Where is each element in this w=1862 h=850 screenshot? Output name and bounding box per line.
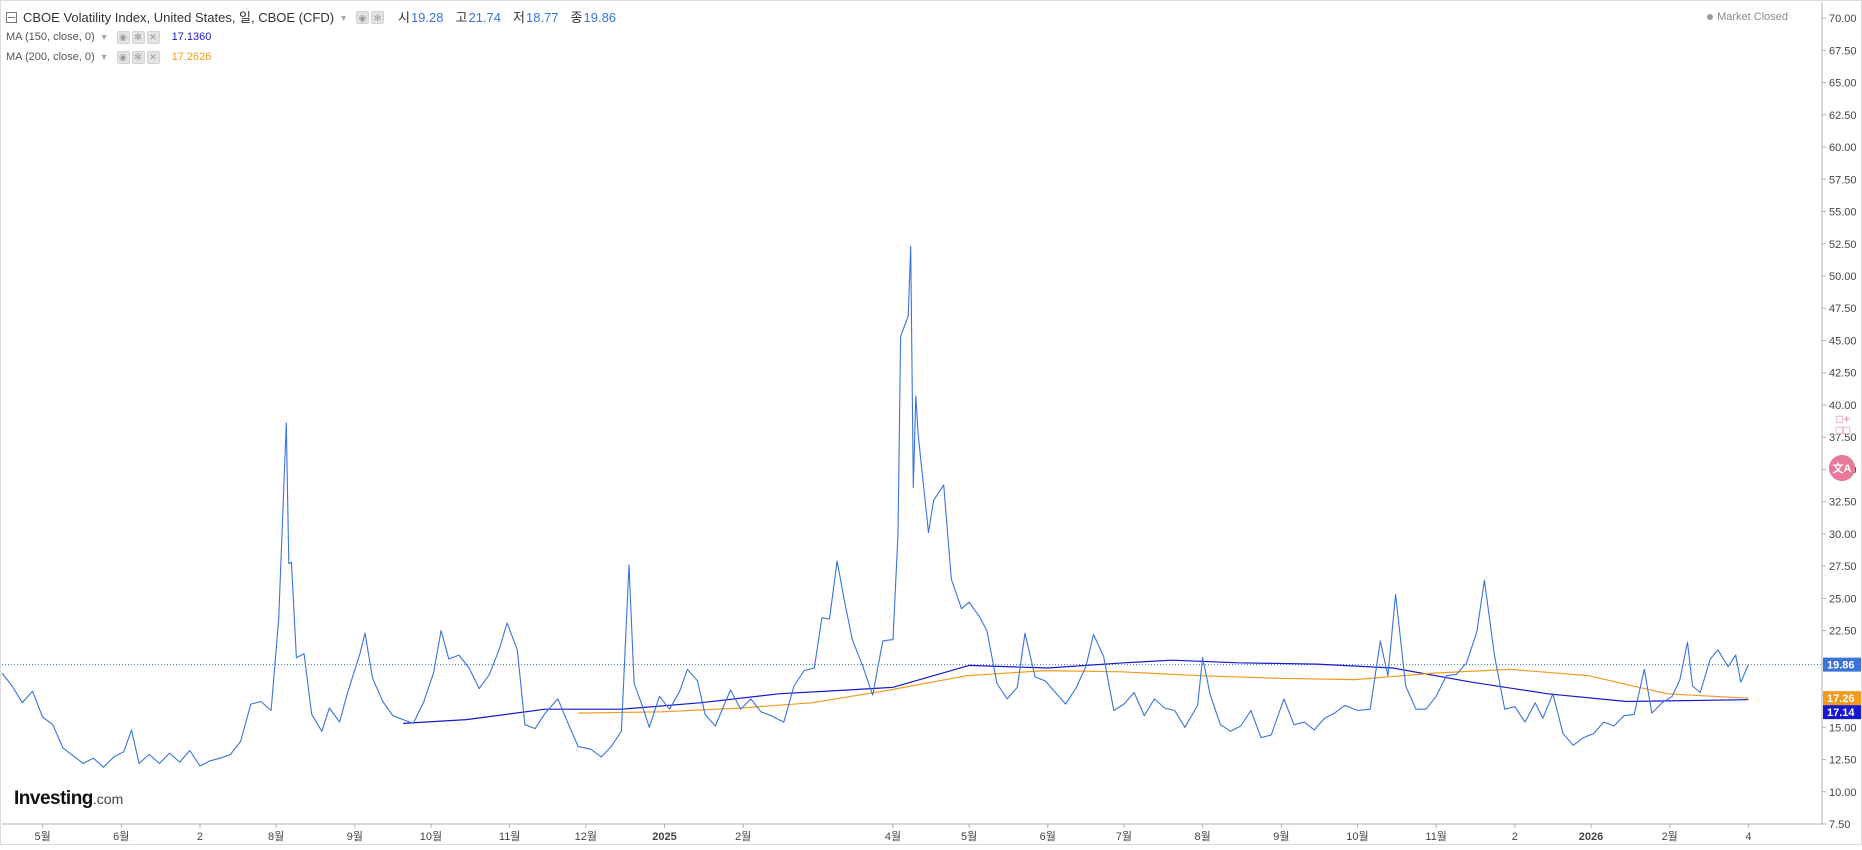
market-status-text: Market Closed [1717, 11, 1788, 23]
market-status: Market Closed [1707, 11, 1788, 23]
low-value: 18.77 [525, 9, 559, 25]
y-tick-label: 15.00 [1829, 722, 1857, 734]
y-tick-label: 42.50 [1829, 368, 1857, 380]
y-tick-label: 50.00 [1829, 271, 1857, 283]
brand-name: Investing [14, 788, 93, 809]
y-tick-label: 12.50 [1829, 755, 1857, 767]
x-tick-label: 2 [1512, 831, 1518, 843]
legend-title: CBOE Volatility Index, United States, 일,… [23, 9, 335, 25]
close-icon[interactable]: ✕ [146, 30, 160, 44]
y-tick-label: 57.50 [1829, 174, 1857, 186]
y-tick-label: 7.50 [1829, 819, 1850, 831]
settings-icon[interactable]: ✻ [370, 11, 384, 24]
x-tick-label: 5월 [34, 830, 50, 843]
close-value: 19.86 [583, 9, 617, 25]
x-tick-label: 6월 [113, 830, 129, 843]
y-tick-label: 47.50 [1829, 303, 1857, 315]
settings-icon[interactable]: ✻ [131, 50, 145, 64]
close-icon[interactable]: ✕ [146, 50, 160, 64]
y-tick-label: 67.50 [1829, 45, 1857, 57]
chart-container[interactable]: 7.5010.0012.5015.0017.5020.0022.5025.002… [0, 0, 1862, 845]
y-tick-label: 60.00 [1829, 142, 1857, 154]
x-tick-label: 11월 [1425, 830, 1447, 843]
open-label: 시 [397, 9, 410, 25]
brand-suffix: .com [92, 791, 124, 807]
x-tick-label: 11월 [499, 830, 521, 843]
x-tick-label: 12월 [575, 830, 597, 843]
x-tick-label: 7월 [1116, 830, 1132, 843]
high-label: 고 [455, 9, 468, 25]
x-tick-label: 10월 [420, 830, 442, 843]
legend-main[interactable]: CBOE Volatility Index, United States, 일,… [6, 8, 616, 27]
x-tick-label: 8월 [268, 830, 284, 843]
chart-frame [0, 0, 1862, 845]
close-label: 종 [570, 9, 583, 25]
x-tick-label: 4 [1745, 831, 1751, 843]
translate-icon[interactable]: 文A [1829, 455, 1855, 481]
open-value: 19.28 [410, 9, 444, 25]
x-tick-label: 9월 [347, 830, 363, 843]
x-tick-label: 8월 [1195, 830, 1211, 843]
price-tag-label: 17.26 [1827, 693, 1855, 705]
y-tick-label: 30.00 [1829, 529, 1857, 541]
y-tick-label: 27.50 [1829, 561, 1857, 573]
chart-canvas[interactable]: 7.5010.0012.5015.0017.5020.0022.5025.002… [0, 0, 1862, 845]
y-tick-label: 45.00 [1829, 335, 1857, 347]
y-tick-label: 52.50 [1829, 239, 1857, 251]
ma200-value: 17.2626 [171, 51, 212, 63]
x-tick-label: 2월 [1662, 830, 1678, 843]
eye-icon[interactable]: ◉ [355, 11, 369, 24]
y-tick-label: 55.00 [1829, 207, 1857, 219]
x-tick-label: 2월 [735, 830, 751, 843]
x-tick-label: 9월 [1273, 830, 1289, 843]
y-tick-label: 32.50 [1829, 497, 1857, 509]
compare-add-icon[interactable]: □+ □□ [1835, 413, 1851, 436]
investing-logo: Investing.com [14, 788, 123, 810]
caret-down-icon[interactable]: ▼ [100, 48, 109, 66]
y-tick-label: 65.00 [1829, 78, 1857, 90]
x-tick-label: 10월 [1346, 830, 1368, 843]
x-tick-label: 4월 [885, 830, 901, 843]
eye-icon[interactable]: ◉ [116, 30, 130, 44]
price-tag-label: 19.86 [1827, 660, 1855, 672]
price-tag-label: 17.14 [1827, 707, 1855, 719]
ma150-value: 17.1360 [171, 31, 212, 43]
legend-ma200[interactable]: MA (200, close, 0) ▼ ◉ ✻ ✕ 17.2626 [6, 47, 616, 67]
ma200-label: MA (200, close, 0) [6, 51, 95, 63]
x-tick-label: 2025 [652, 831, 676, 843]
y-tick-label: 25.00 [1829, 593, 1857, 605]
y-tick-label: 70.00 [1829, 13, 1857, 25]
caret-down-icon[interactable]: ▼ [339, 9, 348, 27]
settings-icon[interactable]: ✻ [131, 30, 145, 44]
x-tick-label: 2026 [1579, 831, 1603, 843]
y-tick-label: 10.00 [1829, 787, 1857, 799]
status-dot-icon [1707, 14, 1714, 20]
caret-down-icon[interactable]: ▼ [100, 28, 109, 46]
x-tick-label: 6월 [1040, 830, 1056, 843]
y-tick-label: 62.50 [1829, 110, 1857, 122]
y-tick-label: 40.00 [1829, 400, 1857, 412]
legend-ma150[interactable]: MA (150, close, 0) ▼ ◉ ✻ ✕ 17.1360 [6, 27, 616, 47]
ma150-label: MA (150, close, 0) [6, 31, 95, 43]
chart-legend: CBOE Volatility Index, United States, 일,… [6, 8, 616, 67]
x-tick-label: 5월 [961, 830, 977, 843]
low-label: 저 [513, 9, 525, 25]
eye-icon[interactable]: ◉ [116, 50, 130, 64]
high-value: 21.74 [468, 9, 502, 25]
x-tick-label: 2 [197, 831, 203, 843]
y-tick-label: 22.50 [1829, 626, 1857, 638]
collapse-icon[interactable] [6, 12, 17, 23]
